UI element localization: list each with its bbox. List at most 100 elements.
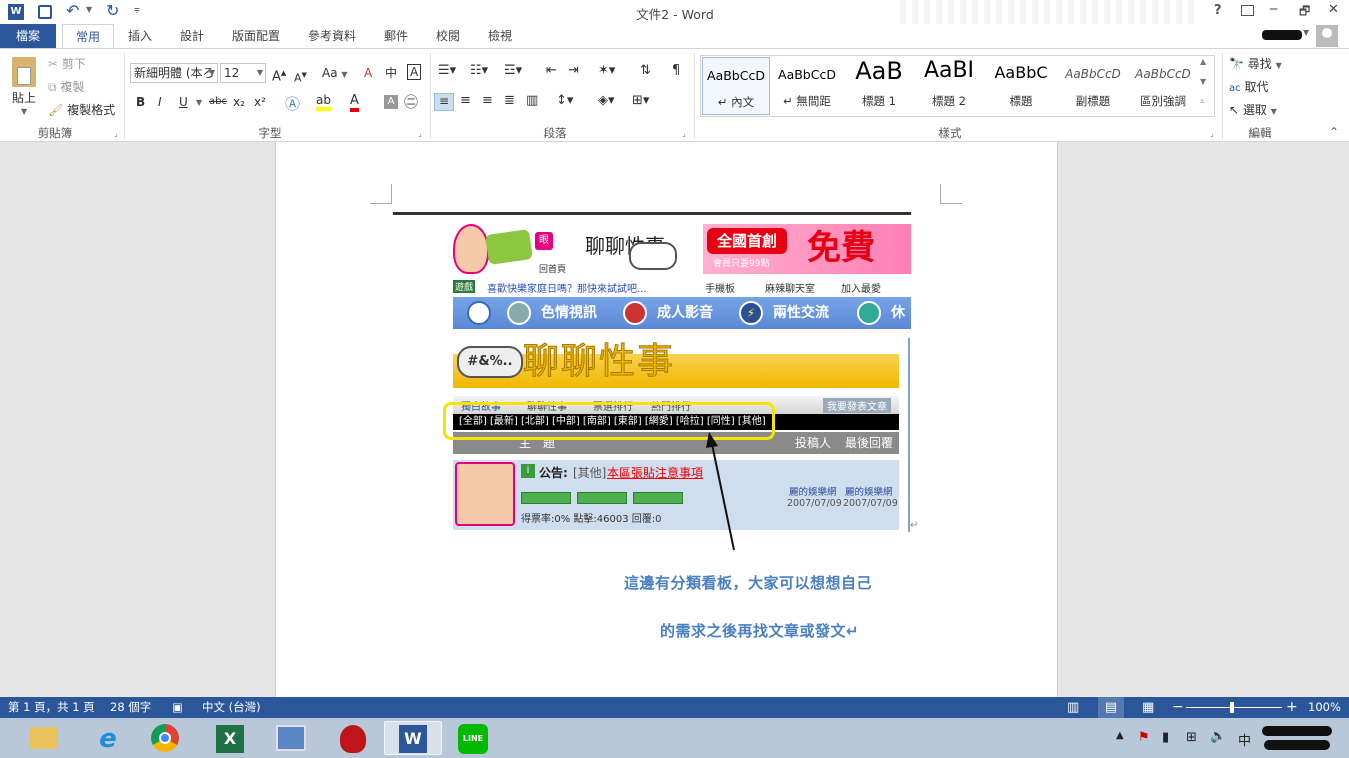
taskbar-excel[interactable]: X <box>200 721 258 755</box>
ticker-link-chat[interactable]: 麻辣聊天室 <box>765 280 815 295</box>
tab-references[interactable]: 參考資料 <box>300 24 364 48</box>
clear-formatting-button[interactable]: A <box>364 64 372 82</box>
paste-icon[interactable] <box>12 57 36 87</box>
shrink-font-button[interactable]: A▼ <box>294 66 307 88</box>
align-left-icon[interactable]: ≡ <box>434 93 454 111</box>
decrease-indent-icon[interactable]: ⇤ <box>546 63 557 78</box>
nav-item-video-chat[interactable]: 色情視訊 <box>541 299 597 327</box>
numbering-icon[interactable]: ☷▾ <box>470 63 488 78</box>
save-icon[interactable] <box>38 5 52 19</box>
bold-button[interactable]: B <box>136 93 145 111</box>
avatar[interactable] <box>1316 25 1338 47</box>
select-button[interactable]: ↖ 選取 ▼ <box>1229 101 1277 121</box>
web-layout-icon[interactable]: ▦ <box>1142 697 1154 718</box>
volume-icon[interactable]: 🔈 <box>1210 729 1226 744</box>
tab-design[interactable]: 設計 <box>170 24 214 48</box>
tab-insert[interactable]: 插入 <box>118 24 162 48</box>
proofing-icon[interactable]: ▣ <box>172 697 183 718</box>
styles-launcher-icon[interactable]: ⌟ <box>1210 129 1214 138</box>
styles-scroll-up-icon[interactable]: ▲ <box>1200 57 1206 66</box>
word-app-icon[interactable]: W <box>8 4 24 20</box>
tab-home[interactable]: 常用 <box>62 24 114 48</box>
zoom-slider[interactable] <box>1186 702 1282 713</box>
print-layout-icon[interactable]: ▤ <box>1098 697 1124 718</box>
notice-button-3[interactable] <box>633 492 683 504</box>
sort-icon[interactable]: ⇅ <box>640 63 651 78</box>
format-painter-button[interactable]: 🖌 複製格式 <box>48 101 115 119</box>
taskbar-chrome[interactable] <box>136 721 194 755</box>
style-title[interactable]: AaBbC 標題 <box>986 57 1056 115</box>
grow-font-button[interactable]: A▲ <box>272 64 286 86</box>
tab-file[interactable]: 檔案 <box>0 24 56 48</box>
zoom-out-icon[interactable]: − <box>1172 697 1184 718</box>
collapse-ribbon-icon[interactable]: ⌃ <box>1329 125 1339 139</box>
redo-icon[interactable]: ↻ <box>106 1 119 20</box>
ticker-text[interactable]: 喜歡快樂家庭日嗎？那快來試試吧... <box>487 280 647 295</box>
styles-more-icon[interactable]: ⩡ <box>1200 97 1205 107</box>
undo-icon[interactable]: ↶ <box>66 1 79 20</box>
font-color-icon[interactable]: A <box>350 93 359 112</box>
style-heading-1[interactable]: AaB 標題 1 <box>844 57 914 115</box>
tab-review[interactable]: 校閱 <box>428 24 468 48</box>
document-page[interactable]: 眼 回首頁 聊聊性事 全國首創 會員只要99點 免費 遊戲 喜歡快樂家庭日嗎？那… <box>275 142 1058 697</box>
replace-button[interactable]: ac 取代 <box>1229 78 1268 98</box>
taskbar-internet-explorer[interactable]: e <box>78 721 136 755</box>
style-no-spacing[interactable]: AaBbCcD ↵ 無間距 <box>772 57 842 115</box>
undo-dropdown-icon[interactable]: ▼ <box>86 5 92 14</box>
character-shading-icon[interactable]: A <box>384 95 398 109</box>
notice-title-link[interactable]: 本區張貼注意事項 <box>607 464 703 481</box>
word-count[interactable]: 28 個字 <box>110 697 151 718</box>
align-right-icon[interactable]: ≡ <box>482 93 493 108</box>
subscript-button[interactable]: x₂ <box>233 93 245 111</box>
underline-button[interactable]: U <box>179 93 188 111</box>
strikethrough-button[interactable]: abc <box>209 93 227 111</box>
ribbon-display-options-icon[interactable] <box>1241 5 1254 16</box>
change-case-button[interactable]: Aa ▼ <box>322 64 348 84</box>
taskbar-remote-desktop[interactable] <box>262 721 320 755</box>
tab-layout[interactable]: 版面配置 <box>224 24 288 48</box>
paragraph-launcher-icon[interactable]: ⌟ <box>682 129 686 138</box>
close-button[interactable]: ✕ <box>1328 2 1339 17</box>
zoom-slider-thumb[interactable] <box>1230 702 1234 713</box>
notice-button-2[interactable] <box>577 492 627 504</box>
customize-qat-icon[interactable]: ⩦ <box>134 4 140 15</box>
home-nav-icon[interactable] <box>467 301 491 325</box>
copy-button[interactable]: ⧉ 複製 <box>48 78 84 96</box>
ticker-link-favorite[interactable]: 加入最愛 <box>841 280 881 295</box>
font-name-combo[interactable]: 新細明體 (本ろ ▼ <box>130 63 218 83</box>
ticker-link-mobile[interactable]: 手機板 <box>705 280 735 295</box>
character-border-button[interactable]: A <box>407 64 422 80</box>
tab-mailings[interactable]: 郵件 <box>376 24 416 48</box>
style-subtle-emphasis[interactable]: AaBbCcD 區別強調 <box>1128 57 1198 115</box>
style-normal[interactable]: AaBbCcD ↵ 內文 <box>702 57 770 115</box>
text-effects-icon[interactable]: Ⓐ <box>285 93 300 114</box>
network-icon[interactable]: ⊞ <box>1186 730 1197 745</box>
minimize-button[interactable]: ─ <box>1270 2 1277 16</box>
superscript-button[interactable]: x² <box>254 93 266 111</box>
line-spacing-icon[interactable]: ↕▾ <box>556 93 573 108</box>
post-article-button[interactable]: 我要發表文章 <box>823 398 891 413</box>
nav-item-relationships[interactable]: 兩性交流 <box>773 299 829 327</box>
italic-button[interactable]: I <box>158 93 162 111</box>
page-count[interactable]: 第 1 頁，共 1 頁 <box>8 697 95 718</box>
shading-icon[interactable]: ◈▾ <box>598 93 615 108</box>
center-icon[interactable]: ≡ <box>460 93 471 108</box>
nav-item-leisure[interactable]: 休 <box>891 299 905 327</box>
justify-icon[interactable]: ≣ <box>504 93 515 108</box>
ime-indicator[interactable]: 中 <box>1238 730 1251 749</box>
highlight-icon[interactable]: ab <box>316 93 331 111</box>
taskbar-line[interactable]: LINE <box>444 721 502 755</box>
restore-button[interactable]: 🗗 <box>1299 2 1310 23</box>
zoom-level[interactable]: 100% <box>1308 697 1341 718</box>
asian-layout-icon[interactable]: ✶▾ <box>598 63 615 78</box>
notice-button-1[interactable] <box>521 492 571 504</box>
show-marks-icon[interactable]: ¶ <box>672 63 680 78</box>
borders-icon[interactable]: ⊞▾ <box>632 93 649 108</box>
taskbar-file-explorer[interactable] <box>14 721 72 755</box>
tab-view[interactable]: 檢視 <box>480 24 520 48</box>
notice-poster[interactable]: 麗的娛樂網 <box>789 484 837 498</box>
pasted-screenshot[interactable]: 眼 回首頁 聊聊性事 全國首創 會員只要99點 免費 遊戲 喜歡快樂家庭日嗎？那… <box>393 212 911 532</box>
read-mode-icon[interactable]: ▥ <box>1067 697 1079 718</box>
underline-dropdown-icon[interactable]: ▼ <box>196 98 202 107</box>
tray-chevron-icon[interactable]: ▲ <box>1116 730 1124 741</box>
